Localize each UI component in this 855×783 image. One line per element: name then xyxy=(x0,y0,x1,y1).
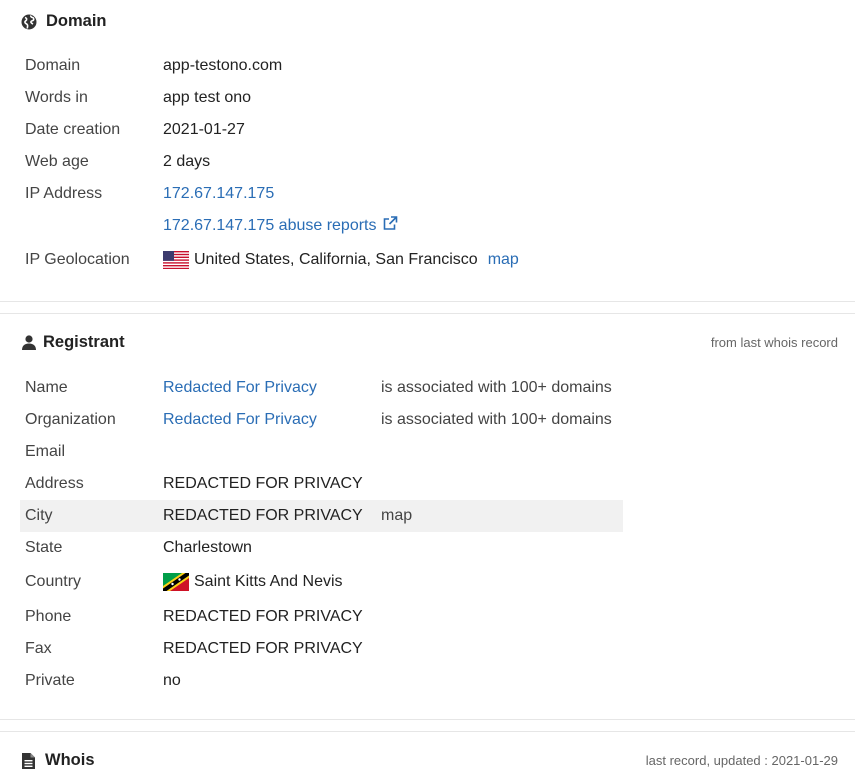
words-label: Words in xyxy=(25,89,88,106)
abuse-reports-value: 172.67.147.175 abuse reports xyxy=(163,216,398,236)
domain-value: app-testono.com xyxy=(163,57,283,74)
document-icon xyxy=(20,752,37,769)
words-value: app test ono xyxy=(163,89,252,106)
abuse-reports-link[interactable]: 172.67.147.175 abuse reports xyxy=(163,217,377,235)
domain-section-title: Domain xyxy=(46,12,107,30)
globe-icon xyxy=(20,13,37,30)
registrant-city-value: REDACTED FOR PRIVACY xyxy=(163,507,363,524)
registrant-address-value: REDACTED FOR PRIVACY xyxy=(163,475,363,492)
registrant-note: from last whois record xyxy=(710,335,838,350)
external-link-icon[interactable] xyxy=(382,216,398,236)
domain-section-header: Domain xyxy=(20,12,107,31)
registrant-state-value: Charlestown xyxy=(163,539,252,556)
registrant-organization-label: Organization xyxy=(25,411,116,428)
ip-address-link[interactable]: 172.67.147.175 xyxy=(163,185,274,203)
registrant-country-text: Saint Kitts And Nevis xyxy=(194,573,343,590)
whois-section-header: Whois xyxy=(20,751,95,770)
whois-section-title: Whois xyxy=(45,751,95,769)
domain-label: Domain xyxy=(25,57,81,74)
registrant-phone-value: REDACTED FOR PRIVACY xyxy=(163,608,363,625)
us-flag-icon xyxy=(163,251,189,269)
web-age-value: 2 days xyxy=(163,153,211,170)
registrant-organization-link[interactable]: Redacted For Privacy xyxy=(163,411,317,429)
registrant-name-value: Redacted For Privacy xyxy=(163,379,317,397)
registrant-organization-associated: is associated with 100+ domains xyxy=(381,411,612,428)
ip-geolocation-label: IP Geolocation xyxy=(25,251,130,268)
registrant-fax-label: Fax xyxy=(25,640,52,657)
web-age-label: Web age xyxy=(25,153,89,170)
date-creation-label: Date creation xyxy=(25,121,121,138)
section-divider xyxy=(0,301,855,302)
registrant-name-link[interactable]: Redacted For Privacy xyxy=(163,379,317,397)
registrant-name-associated: is associated with 100+ domains xyxy=(381,379,612,396)
section-divider xyxy=(0,313,855,314)
user-icon xyxy=(20,334,37,351)
registrant-country-value: Saint Kitts And Nevis xyxy=(163,573,343,591)
section-divider xyxy=(0,731,855,732)
registrant-fax-value: REDACTED FOR PRIVACY xyxy=(163,640,363,657)
section-divider xyxy=(0,719,855,720)
registrant-private-label: Private xyxy=(25,672,75,689)
ip-address-label: IP Address xyxy=(25,185,103,202)
registrant-country-label: Country xyxy=(25,573,82,590)
registrant-email-label: Email xyxy=(25,443,66,460)
registrant-section-header: Registrant xyxy=(20,333,125,352)
ip-geolocation-map-link[interactable]: map xyxy=(488,251,519,269)
date-creation-value: 2021-01-27 xyxy=(163,121,245,138)
registrant-address-label: Address xyxy=(25,475,84,492)
registrant-city-map-link[interactable]: map xyxy=(381,507,412,525)
registrant-state-label: State xyxy=(25,539,63,556)
ip-geolocation-value: United States, California, San Francisco… xyxy=(163,251,519,269)
registrant-city-label: City xyxy=(25,507,53,524)
registrant-section-title: Registrant xyxy=(43,333,125,351)
registrant-organization-value: Redacted For Privacy xyxy=(163,411,317,429)
registrant-private-value: no xyxy=(163,672,181,689)
kn-flag-icon xyxy=(163,573,189,591)
whois-note: last record, updated : 2021-01-29 xyxy=(645,753,838,768)
registrant-phone-label: Phone xyxy=(25,608,72,625)
ip-address-value: 172.67.147.175 xyxy=(163,185,274,203)
ip-geolocation-text: United States, California, San Francisco xyxy=(194,251,478,268)
registrant-name-label: Name xyxy=(25,379,68,396)
